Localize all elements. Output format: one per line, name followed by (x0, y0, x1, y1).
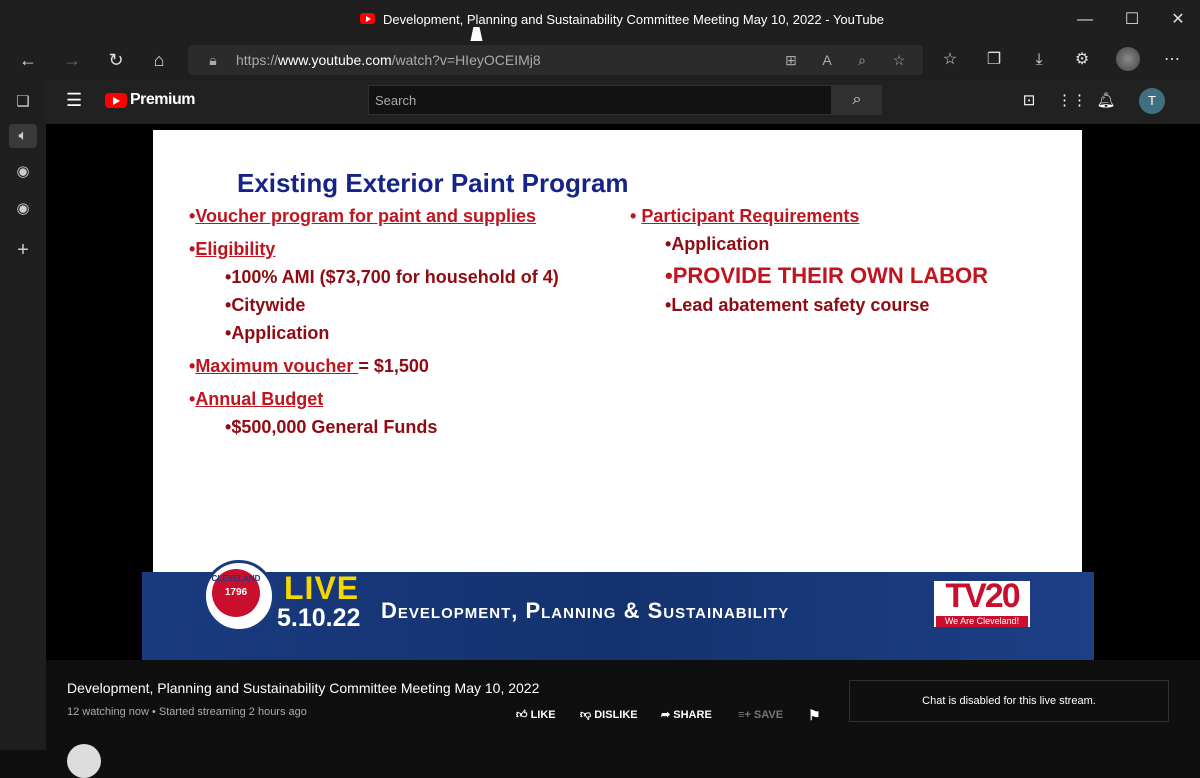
chat-disabled-message: Chat is disabled for this live stream. (922, 695, 1096, 707)
minimize-icon[interactable]: — (1073, 8, 1097, 32)
channel-avatar[interactable] (67, 744, 101, 778)
maximize-icon[interactable]: ☐ (1120, 8, 1144, 32)
slide-bullet: •Eligibility (189, 239, 276, 259)
slide-sub-bullet: •Application (665, 234, 770, 254)
slide-bullet: • Participant Requirements (630, 206, 860, 226)
extensions-icon[interactable]: ⚙ (1070, 48, 1094, 72)
youtube-premium-label[interactable]: Premium (130, 91, 195, 109)
collections-icon[interactable]: ❐ (982, 48, 1006, 72)
back-icon[interactable]: ← (16, 48, 40, 72)
live-label: LIVE (284, 570, 360, 606)
zoom-icon[interactable]: ⌕ (852, 50, 872, 70)
add-to-playlist-icon: ≡+ (738, 709, 754, 721)
youtube-favicon-icon (360, 13, 375, 24)
tv20-tagline: We Are Cleveland! (936, 616, 1028, 627)
window-title: Development, Planning and Sustainability… (383, 12, 885, 27)
url-host: www.youtube.com (278, 52, 392, 68)
forward-icon[interactable]: → (60, 48, 84, 72)
tab-actions-icon[interactable]: ❏ (11, 90, 35, 114)
thumbs-up-icon: 👍︎ (516, 709, 531, 721)
search-input[interactable] (368, 85, 832, 115)
tab-favicon-icon[interactable]: ◉ (11, 197, 35, 221)
slide-sub-bullet: •Application (225, 323, 330, 343)
slide-title: Existing Exterior Paint Program (237, 168, 629, 198)
like-button[interactable]: 👍︎ LIKE (516, 705, 556, 725)
youtube-logo-icon[interactable] (105, 93, 127, 108)
share-arrow-icon: ➦ (661, 709, 674, 721)
slide-sub-bullet: •Lead abatement safety course (665, 295, 930, 315)
slide-bullet: •Maximum voucher = $1,500 (189, 356, 429, 376)
downloads-icon[interactable]: ⤓ (1027, 48, 1051, 72)
seal-year: 1796 (224, 587, 248, 598)
search-icon: ⌕ (852, 91, 862, 108)
save-button[interactable]: ≡+ SAVE (738, 705, 783, 725)
slide-bullet: •Voucher program for paint and supplies (189, 206, 537, 226)
slide-sub-bullet: •Citywide (225, 295, 306, 315)
lock-icon[interactable]: 🔒︎ (203, 50, 223, 70)
slide-sub-bullet: •PROVIDE THEIR OWN LABOR (665, 263, 989, 288)
slide-sub-bullet: •$500,000 General Funds (225, 417, 438, 437)
audio-tab-icon[interactable]: 🔈︎ (9, 124, 37, 148)
video-title: Development, Planning and Sustainability… (67, 680, 540, 696)
home-icon[interactable]: ⌂ (147, 48, 171, 72)
broadcast-date: 5.10.22 (277, 604, 361, 632)
new-tab-icon[interactable]: + (11, 238, 35, 262)
hamburger-menu-icon[interactable]: ☰ (66, 90, 86, 110)
favorites-icon[interactable]: ☆ (938, 48, 962, 72)
slide-sub-bullet: •100% AMI ($73,700 for household of 4) (225, 267, 559, 287)
tv20-station-name: TV20 (945, 577, 1020, 615)
add-favorite-icon[interactable]: ☆ (889, 50, 909, 70)
notifications-bell-icon[interactable]: 🔔︎ (1095, 90, 1117, 112)
committee-name: Development, Planning & Sustainability (381, 598, 790, 623)
url-prefix: https:// (236, 52, 279, 68)
dislike-button[interactable]: 👎︎ DISLIKE (580, 705, 638, 725)
create-video-icon[interactable]: ⊡ (1018, 90, 1040, 112)
close-icon[interactable]: ✕ (1166, 8, 1190, 32)
refresh-icon[interactable]: ↻ (104, 48, 128, 72)
seal-city-text: CLEVELAND (211, 574, 261, 583)
read-aloud-icon[interactable]: A (817, 50, 837, 70)
share-button[interactable]: ➦ SHARE (661, 705, 712, 725)
slide-bullet: •Annual Budget (189, 389, 324, 409)
tab-favicon-icon[interactable]: ◉ (11, 160, 35, 184)
url-text[interactable]: https://www.youtube.com/watch?v=HIeyOCEI… (236, 52, 541, 68)
view-count-meta: 12 watching now • Started streaming 2 ho… (67, 706, 307, 718)
report-flag-icon[interactable]: ⚑ (808, 705, 821, 725)
url-path: /watch?v=HIeyOCEIMj8 (391, 52, 541, 68)
user-avatar[interactable]: T (1139, 88, 1165, 114)
search-button[interactable]: ⌕ (832, 85, 882, 115)
app-available-icon[interactable]: ⊞ (781, 50, 801, 70)
apps-grid-icon[interactable]: ⋮⋮ (1057, 90, 1087, 112)
profile-avatar[interactable] (1116, 47, 1140, 71)
more-options-icon[interactable]: ⋯ (1160, 48, 1184, 72)
thumbs-down-icon: 👎︎ (580, 709, 595, 721)
